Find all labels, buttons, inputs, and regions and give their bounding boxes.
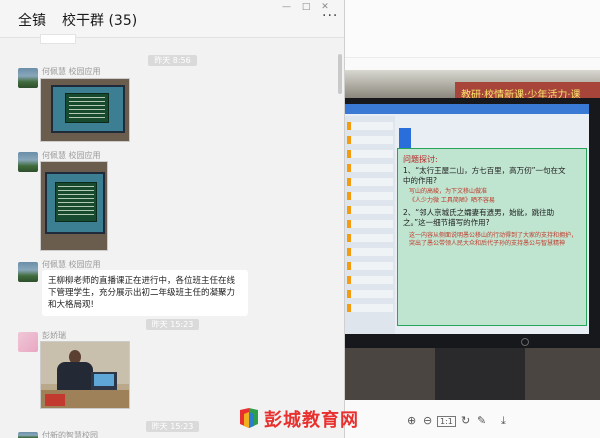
watermark-text: 彭城教育网	[264, 410, 359, 431]
sender-name: 何佩慧 校园应用	[42, 67, 101, 76]
avatar[interactable]	[18, 68, 38, 88]
chat-header: 全镇 校干群 (35) — □ ✕ ···	[0, 0, 344, 38]
chat-window: 全镇 校干群 (35) — □ ✕ ··· 昨天 8:56 何佩慧 校园应用 何…	[0, 0, 345, 438]
avatar[interactable]	[18, 262, 38, 282]
sender-name: 何佩慧 校园应用	[42, 260, 101, 269]
slide-question-1: 1、“太行王屋二山，方七百里，高万仞”一句在文中的作用?	[403, 166, 566, 185]
chat-image[interactable]	[40, 161, 108, 251]
edit-icon[interactable]: ✎	[477, 414, 486, 427]
slide-question-2: 2、“邻人京城氏之孀妻有遗男，始龀，跳往助之。”这一细节描写的作用?	[403, 208, 555, 227]
sender-name: 付新的智慧校园	[42, 431, 98, 438]
rotate-icon[interactable]: ↻	[461, 414, 470, 427]
group-title: 校干群 (35)	[62, 13, 138, 29]
timestamp: 昨天 8:56	[0, 52, 344, 66]
prev-message-bubble	[40, 34, 76, 44]
slide-note: 写山的高峻，为下文移山做准	[409, 188, 488, 195]
image-viewer: 教研·校情新课·少年活力·课 问题探讨: 1、“太行王屋二山，方七百里，高万仞”…	[345, 0, 600, 438]
text-message-bubble[interactable]: 王柳柳老师的直播课正在进行中，各位班主任在线下管理学生，充分展示出初二年级班主任…	[42, 270, 248, 316]
timestamp: 昨天 15:23	[0, 316, 344, 330]
book-logo-icon	[240, 408, 258, 428]
maximize-button[interactable]: □	[302, 2, 311, 12]
chat-image[interactable]	[40, 341, 130, 409]
zoom-out-icon[interactable]: ⊖	[423, 414, 432, 427]
viewer-top-bar	[345, 0, 600, 58]
message-list: 昨天 8:56 何佩慧 校园应用 何佩慧 校园应用 何佩慧 校园应用 王柳柳老师…	[0, 34, 344, 438]
minimize-button[interactable]: —	[282, 2, 291, 12]
scrollbar-thumb[interactable]	[338, 54, 342, 94]
site-watermark: 彭城教育网	[238, 404, 363, 434]
avatar[interactable]	[18, 432, 38, 438]
sender-name: 何佩慧 校园应用	[42, 151, 101, 160]
sender-name: 彭娇瑞	[42, 331, 66, 340]
zoom-in-icon[interactable]: ⊕	[407, 414, 416, 427]
hp-logo-icon	[521, 338, 529, 346]
slide-title: 问题探讨:	[403, 155, 438, 164]
viewed-photo[interactable]: 教研·校情新课·少年活力·课 问题探讨: 1、“太行王屋二山，方七百里，高万仞”…	[345, 70, 600, 400]
avatar[interactable]	[18, 152, 38, 172]
tab-all[interactable]: 全镇	[18, 10, 46, 30]
viewer-toolbar: ⊕ ⊖ 1:1 ↻ ✎ ⤓	[345, 404, 600, 438]
actual-size-button[interactable]: 1:1	[437, 416, 456, 427]
chat-image[interactable]	[40, 78, 130, 142]
slide-note: 这一内容从侧面说明愚公移山的行动得到了大家的支持和拥护，突出了愚公带领人民大众和…	[409, 232, 578, 247]
avatar[interactable]	[18, 332, 38, 352]
download-icon[interactable]: ⤓	[501, 414, 506, 428]
more-options-button[interactable]: ···	[322, 8, 338, 24]
slide-note: 《人少力微 工具简陋》晒不容易	[409, 197, 495, 204]
